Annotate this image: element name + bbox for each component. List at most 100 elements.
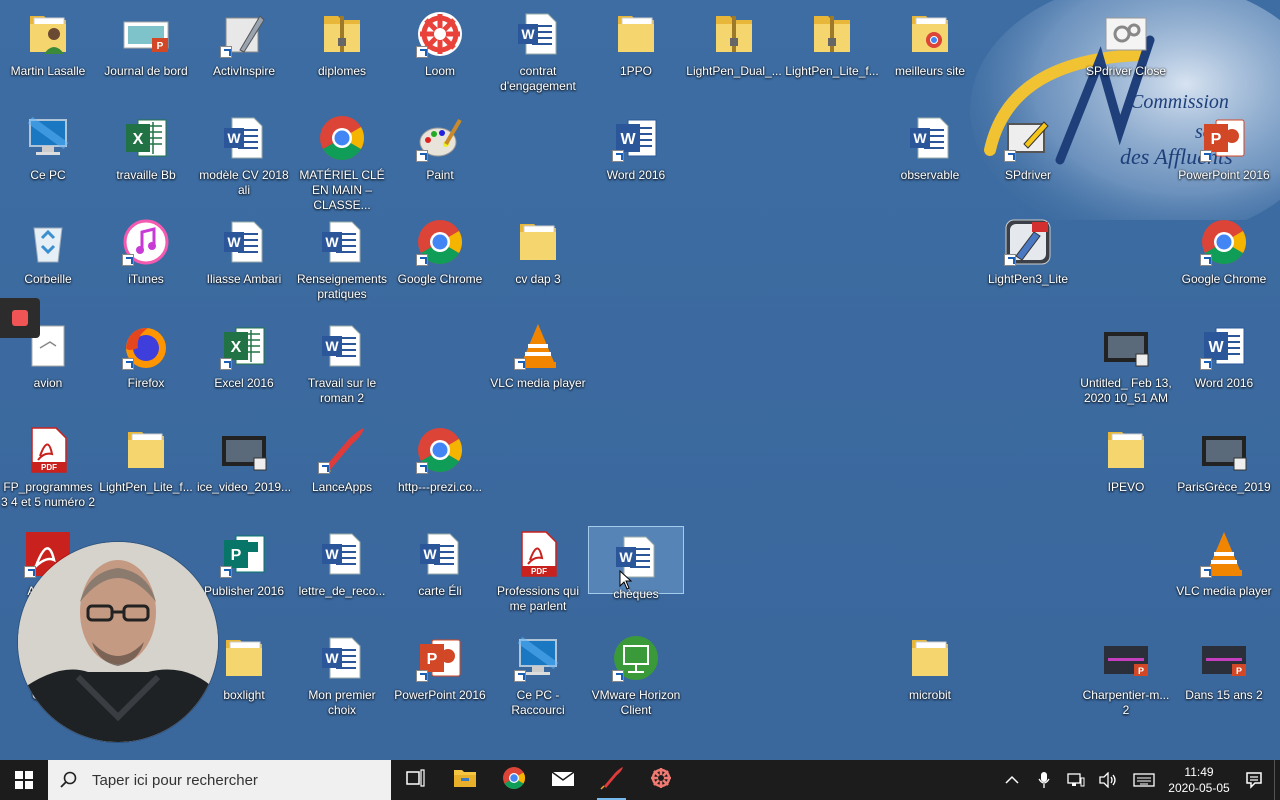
desktop-icon[interactable]: ActivInspire [196, 4, 292, 104]
zip-folder-icon [710, 10, 758, 58]
desktop-icon[interactable]: ice_video_2019... [196, 420, 292, 520]
desktop-icon[interactable]: PDF FP_programmes 3 4 et 5 numéro 2 [0, 420, 96, 520]
chrome-taskbar-button[interactable] [489, 760, 538, 800]
desktop-icon[interactable]: X travaille Bb [98, 108, 194, 208]
desktop-icon[interactable]: Untitled_ Feb 13, 2020 10_51 AM [1078, 316, 1174, 416]
desktop-icon[interactable]: LightPen_Lite_f... [98, 420, 194, 520]
zip-folder-icon [808, 10, 856, 58]
desktop-icon[interactable]: diplomes [294, 4, 390, 104]
desktop-icon[interactable]: LightPen3_Lite [980, 212, 1076, 312]
mail-taskbar-button[interactable] [538, 760, 587, 800]
desktop-icon[interactable]: W Mon premier choix [294, 628, 390, 728]
svg-text:W: W [325, 338, 339, 354]
clock[interactable]: 11:49 2020-05-05 [1164, 764, 1234, 796]
word-doc-icon: W [220, 114, 268, 162]
desktop-icon[interactable]: Corbeille [0, 212, 96, 312]
desktop-icon[interactable]: Martin Lasalle [0, 4, 96, 104]
desktop-icon[interactable]: W Word 2016 [1176, 316, 1272, 416]
record-stop-button[interactable] [0, 298, 40, 338]
svg-text:W: W [620, 131, 636, 148]
loom-taskbar-button[interactable] [636, 760, 685, 800]
desktop-icon[interactable]: X Excel 2016 [196, 316, 292, 416]
desktop-icon[interactable]: Loom [392, 4, 488, 104]
desktop-icon[interactable]: P Charpentier-m... 2 [1078, 628, 1174, 728]
desktop-icon-label: Dans 15 ans 2 [1185, 688, 1263, 702]
desktop-icon-label: 1PPO [619, 64, 652, 78]
keyboard-icon[interactable] [1124, 760, 1164, 800]
desktop-icon[interactable]: IPEVO [1078, 420, 1174, 520]
chrome-folder-icon [906, 10, 954, 58]
desktop-icon[interactable]: VLC media player [490, 316, 586, 416]
desktop-icon[interactable]: W modèle CV 2018 ali [196, 108, 292, 208]
folder-icon [612, 10, 660, 58]
desktop-icon-label: PowerPoint 2016 [394, 688, 486, 702]
desktop-icon[interactable]: meilleurs site [882, 4, 978, 104]
vmware-icon [612, 634, 660, 682]
desktop-icon[interactable]: http---prezi.co... [392, 420, 488, 520]
desktop-icon-label: Travail sur le roman 2 [307, 376, 377, 405]
desktop-icon[interactable]: ParisGrèce_2019 [1176, 420, 1272, 520]
notification-button[interactable] [1234, 760, 1274, 800]
shortcut-arrow-icon [416, 46, 428, 58]
desktop-icon[interactable]: W Renseignements pratiques [294, 212, 390, 312]
desktop[interactable]: Commission scol des Affluents Martin Las… [0, 0, 1280, 760]
desktop-icon[interactable]: microbit [882, 628, 978, 728]
task-view-taskbar-button[interactable] [391, 760, 440, 800]
word-doc-icon: W [416, 530, 464, 578]
desktop-icon[interactable]: SPdriver [980, 108, 1076, 208]
desktop-icon[interactable]: LightPen_Dual_... [686, 4, 782, 104]
desktop-icon-label: Word 2016 [606, 168, 666, 182]
desktop-icon[interactable]: W contrat d'engagement [490, 4, 586, 104]
desktop-icon[interactable]: Ce PC - Raccourci [490, 628, 586, 728]
desktop-icon[interactable]: W lettre_de_reco... [294, 524, 390, 624]
desktop-icon[interactable]: P Journal de bord [98, 4, 194, 104]
chevron-up-icon[interactable] [996, 760, 1028, 800]
desktop-icon[interactable]: W Iliasse Ambari [196, 212, 292, 312]
desktop-icon-label: FP_programmes 3 4 et 5 numéro 2 [0, 480, 96, 509]
file-explorer-taskbar-button[interactable] [440, 760, 489, 800]
folder-icon [514, 218, 562, 266]
loom-icon [416, 10, 464, 58]
desktop-icon[interactable]: P Dans 15 ans 2 [1176, 628, 1272, 728]
desktop-icon[interactable]: MATÉRIEL CLÉ EN MAIN – CLASSE... [294, 108, 390, 212]
desktop-icon[interactable]: Google Chrome [392, 212, 488, 312]
show-desktop-button[interactable] [1274, 760, 1280, 800]
desktop-icon[interactable]: Ce PC [0, 108, 96, 208]
microphone-icon[interactable] [1028, 760, 1060, 800]
desktop-icon[interactable]: P PowerPoint 2016 [392, 628, 488, 728]
volume-icon[interactable] [1092, 760, 1124, 800]
desktop-icon[interactable]: VLC media player [1176, 524, 1272, 624]
desktop-icon[interactable]: VMware Horizon Client [588, 628, 684, 728]
desktop-icon[interactable]: W chèques [588, 526, 684, 601]
desktop-icon[interactable]: PDF Professions qui me parlent [490, 524, 586, 624]
webcam-bubble[interactable] [18, 542, 218, 742]
desktop-icon[interactable]: cv dap 3 [490, 212, 586, 312]
desktop-icon[interactable]: Firefox [98, 316, 194, 416]
desktop-icon[interactable]: LanceApps [294, 420, 390, 520]
desktop-icon-label: Firefox [127, 376, 165, 390]
desktop-icon[interactable]: W Word 2016 [588, 108, 684, 208]
desktop-icon[interactable]: W observable [882, 108, 978, 208]
desktop-icon-label: Martin Lasalle [10, 64, 86, 78]
desktop-icon[interactable]: Paint [392, 108, 488, 208]
rocket-icon [318, 426, 366, 474]
desktop-icon[interactable]: P PowerPoint 2016 [1176, 108, 1272, 208]
shortcut-arrow-icon [612, 150, 624, 162]
spdriver-icon [1004, 114, 1052, 162]
desktop-icon[interactable]: W Travail sur le roman 2 [294, 316, 390, 416]
desktop-icon[interactable]: 1PPO [588, 4, 684, 104]
word-doc-icon: W [318, 322, 366, 370]
desktop-icon-label: diplomes [317, 64, 367, 78]
desktop-icon[interactable]: SPdriver Close [1078, 4, 1174, 104]
search-input[interactable]: Taper ici pour rechercher [48, 760, 391, 800]
desktop-icon-label: LightPen_Lite_f... [99, 480, 193, 494]
network-icon[interactable] [1060, 760, 1092, 800]
desktop-icon[interactable]: Google Chrome [1176, 212, 1272, 312]
word-doc-icon: W [318, 530, 366, 578]
svg-text:W: W [913, 130, 927, 146]
desktop-icon[interactable]: W carte Éli [392, 524, 488, 624]
start-button[interactable] [0, 760, 48, 800]
desktop-icon[interactable]: iTunes [98, 212, 194, 312]
desktop-icon[interactable]: LightPen_Lite_f... [784, 4, 880, 104]
lanceapps-taskbar-button[interactable] [587, 760, 636, 800]
